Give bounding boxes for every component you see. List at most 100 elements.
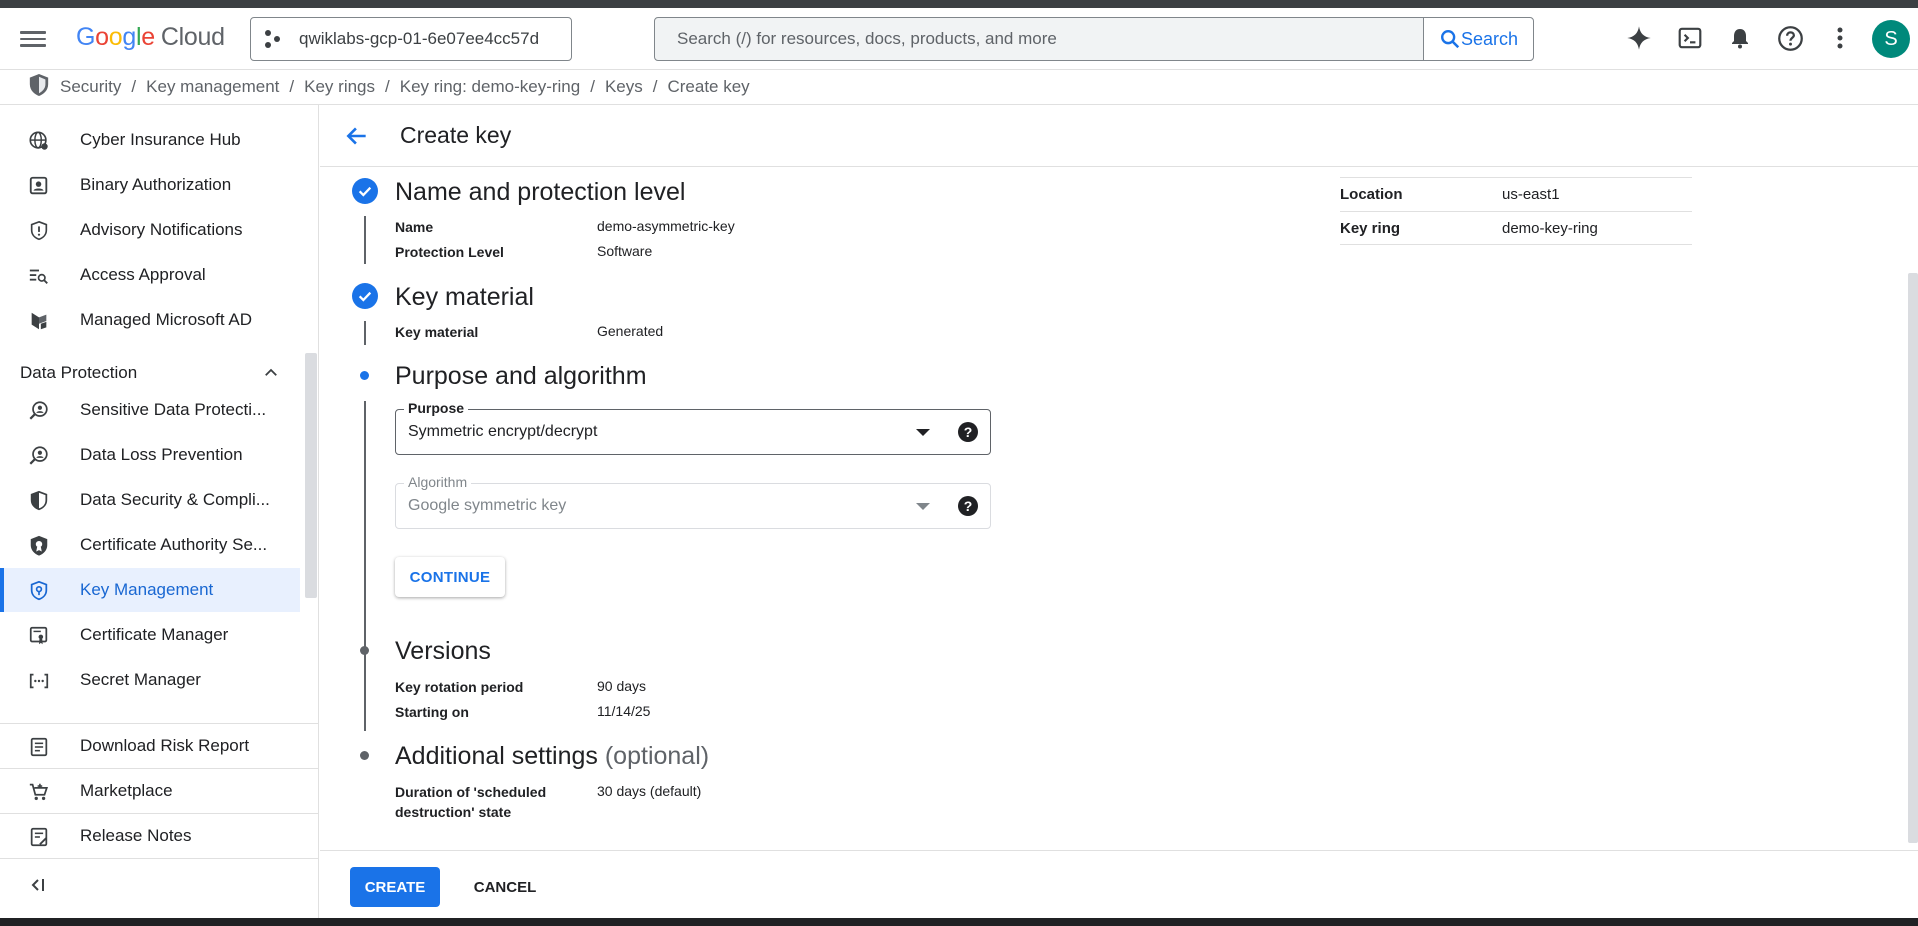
step-title-name-protection[interactable]: Name and protection level [395, 178, 685, 207]
action-footer: CREATE CANCEL [320, 850, 1918, 918]
search-input[interactable] [655, 18, 1423, 60]
sidebar-item-certificate-manager[interactable]: Certificate Manager [0, 613, 300, 657]
collapse-sidebar-button[interactable] [30, 877, 48, 898]
search-bar: Search [654, 17, 1534, 61]
summary-key: Key ring [1340, 220, 1401, 237]
summary-key: Location [1340, 186, 1403, 203]
dropdown-caret-icon [916, 503, 930, 510]
search-icon [1440, 30, 1460, 49]
key-material-value: Generated [597, 323, 664, 339]
key-shield-icon [30, 580, 48, 601]
duration-label-line1: Duration of 'scheduled [395, 784, 547, 800]
sidebar-item-label: Sensitive Data Protecti... [80, 400, 267, 419]
sidebar-item-download-risk-report[interactable]: Download Risk Report [0, 723, 318, 768]
collapse-left-icon [31, 879, 44, 891]
sidebar-item-certificate-authority-service[interactable]: Certificate Authority Se... [0, 523, 300, 567]
chevron-up-icon [265, 368, 277, 376]
breadcrumb: Security / Key management / Key rings / … [0, 70, 1918, 105]
breadcrumb-key-management[interactable]: Key management [146, 77, 279, 97]
search-button[interactable]: Search [1423, 18, 1533, 60]
sidebar-item-secret-manager[interactable]: Secret Manager [0, 658, 300, 702]
globe-icon [29, 131, 48, 150]
sidebar-divider [0, 858, 318, 859]
sidebar-item-label: Certificate Authority Se... [80, 535, 268, 554]
sidebar-item-marketplace[interactable]: Marketplace [0, 768, 318, 813]
protection-level-label: Protection Level [395, 244, 504, 260]
step-title-additional-settings[interactable]: Additional settings (optional) [395, 742, 709, 771]
continue-button[interactable]: CONTINUE [395, 557, 505, 597]
step-pending-dot [360, 646, 369, 655]
cancel-button[interactable]: CANCEL [460, 867, 550, 907]
sidebar-item-cyber-insurance-hub[interactable]: Cyber Insurance Hub [0, 118, 300, 162]
sidebar-clipped-item [32, 105, 212, 109]
summary-value: demo-key-ring [1502, 220, 1598, 237]
account-avatar[interactable]: S [1872, 20, 1910, 58]
more-vert-icon[interactable] [1824, 22, 1856, 54]
window-top-strip [0, 0, 1918, 8]
help-circle-icon[interactable]: ? [958, 496, 978, 516]
sidebar-item-advisory-notifications[interactable]: Advisory Notifications [0, 208, 300, 252]
gemini-sparkle-icon[interactable] [1623, 22, 1655, 54]
search-button-label: Search [1460, 28, 1519, 49]
sidebar-item-label: Secret Manager [80, 670, 201, 689]
rotation-period-value: 90 days [597, 678, 647, 694]
project-icon [265, 30, 283, 48]
sidebar-item-sensitive-data-protection[interactable]: Sensitive Data Protecti... [0, 388, 300, 432]
step-pending-dot [360, 751, 369, 760]
back-arrow-icon[interactable] [344, 123, 370, 154]
help-icon[interactable] [1774, 22, 1806, 54]
algorithm-select[interactable]: Algorithm Google symmetric key ? [395, 474, 991, 529]
sidebar-item-managed-microsoft-ad[interactable]: Managed Microsoft AD [0, 298, 300, 342]
window-bottom-strip [0, 918, 1918, 926]
step-complete-check-icon [352, 283, 378, 309]
shield-half-icon [30, 490, 48, 511]
top-header: Google Cloud qwiklabs-gcp-01-6e07ee4cc57d… [0, 8, 1918, 70]
section-data-protection[interactable]: Data Protection [20, 358, 280, 388]
sidebar-item-data-security-compliance[interactable]: Data Security & Compli... [0, 478, 300, 522]
key-material-label: Key material [395, 324, 479, 340]
project-picker[interactable]: qwiklabs-gcp-01-6e07ee4cc57d [250, 17, 572, 61]
main-scrollbar[interactable] [1908, 273, 1918, 843]
project-name: qwiklabs-gcp-01-6e07ee4cc57d [299, 29, 540, 48]
sidebar-scrollbar[interactable] [305, 353, 317, 598]
breadcrumb-keys[interactable]: Keys [605, 77, 643, 97]
security-shield-icon [28, 73, 50, 102]
name-label: Name [395, 219, 434, 235]
sidebar-item-key-management[interactable]: Key Management [0, 568, 300, 612]
help-circle-icon[interactable]: ? [958, 422, 978, 442]
directory-icon [31, 312, 47, 330]
logo-cloud-text: Cloud [160, 23, 225, 51]
step-title-versions[interactable]: Versions [395, 637, 491, 666]
rotation-period-label: Key rotation period [395, 679, 524, 695]
summary-row-key-ring: Key ring demo-key-ring [1340, 211, 1692, 245]
breadcrumb-key-rings[interactable]: Key rings [304, 77, 375, 97]
shield-alert-icon [30, 220, 48, 241]
cloud-shell-icon[interactable] [1674, 22, 1706, 54]
google-cloud-logo[interactable]: Google Cloud [76, 23, 225, 52]
breadcrumb-key-ring[interactable]: Key ring: demo-key-ring [400, 77, 580, 97]
main-content: Create key Name and protection level Nam… [320, 105, 1918, 918]
menu-icon[interactable] [20, 27, 46, 51]
breadcrumb-separator: / [590, 77, 595, 96]
sidebar-item-data-loss-prevention[interactable]: Data Loss Prevention [0, 433, 300, 477]
stepper-connector [364, 321, 366, 345]
step-title-key-material[interactable]: Key material [395, 283, 534, 312]
page-header: Create key [320, 105, 1918, 167]
purpose-select[interactable]: Purpose Symmetric encrypt/decrypt ? [395, 400, 991, 455]
sidebar-item-label: Binary Authorization [80, 175, 232, 194]
purpose-value: Symmetric encrypt/decrypt [408, 423, 598, 440]
step-title-purpose-algorithm[interactable]: Purpose and algorithm [395, 362, 647, 391]
purpose-label: Purpose [404, 400, 469, 416]
create-button[interactable]: CREATE [350, 867, 440, 907]
notes-icon [30, 827, 48, 847]
sidebar-item-release-notes[interactable]: Release Notes [0, 813, 318, 858]
sidebar-item-access-approval[interactable]: Access Approval [0, 253, 300, 297]
sidebar-item-label: Download Risk Report [80, 736, 250, 755]
sidebar-item-label: Cyber Insurance Hub [80, 130, 241, 149]
step5-title-text: Additional settings [395, 742, 598, 770]
section-title: Data Protection [20, 363, 138, 382]
breadcrumb-security[interactable]: Security [60, 77, 121, 97]
secret-icon [29, 673, 49, 689]
sidebar-item-binary-authorization[interactable]: Binary Authorization [0, 163, 300, 207]
notifications-bell-icon[interactable] [1724, 22, 1756, 54]
